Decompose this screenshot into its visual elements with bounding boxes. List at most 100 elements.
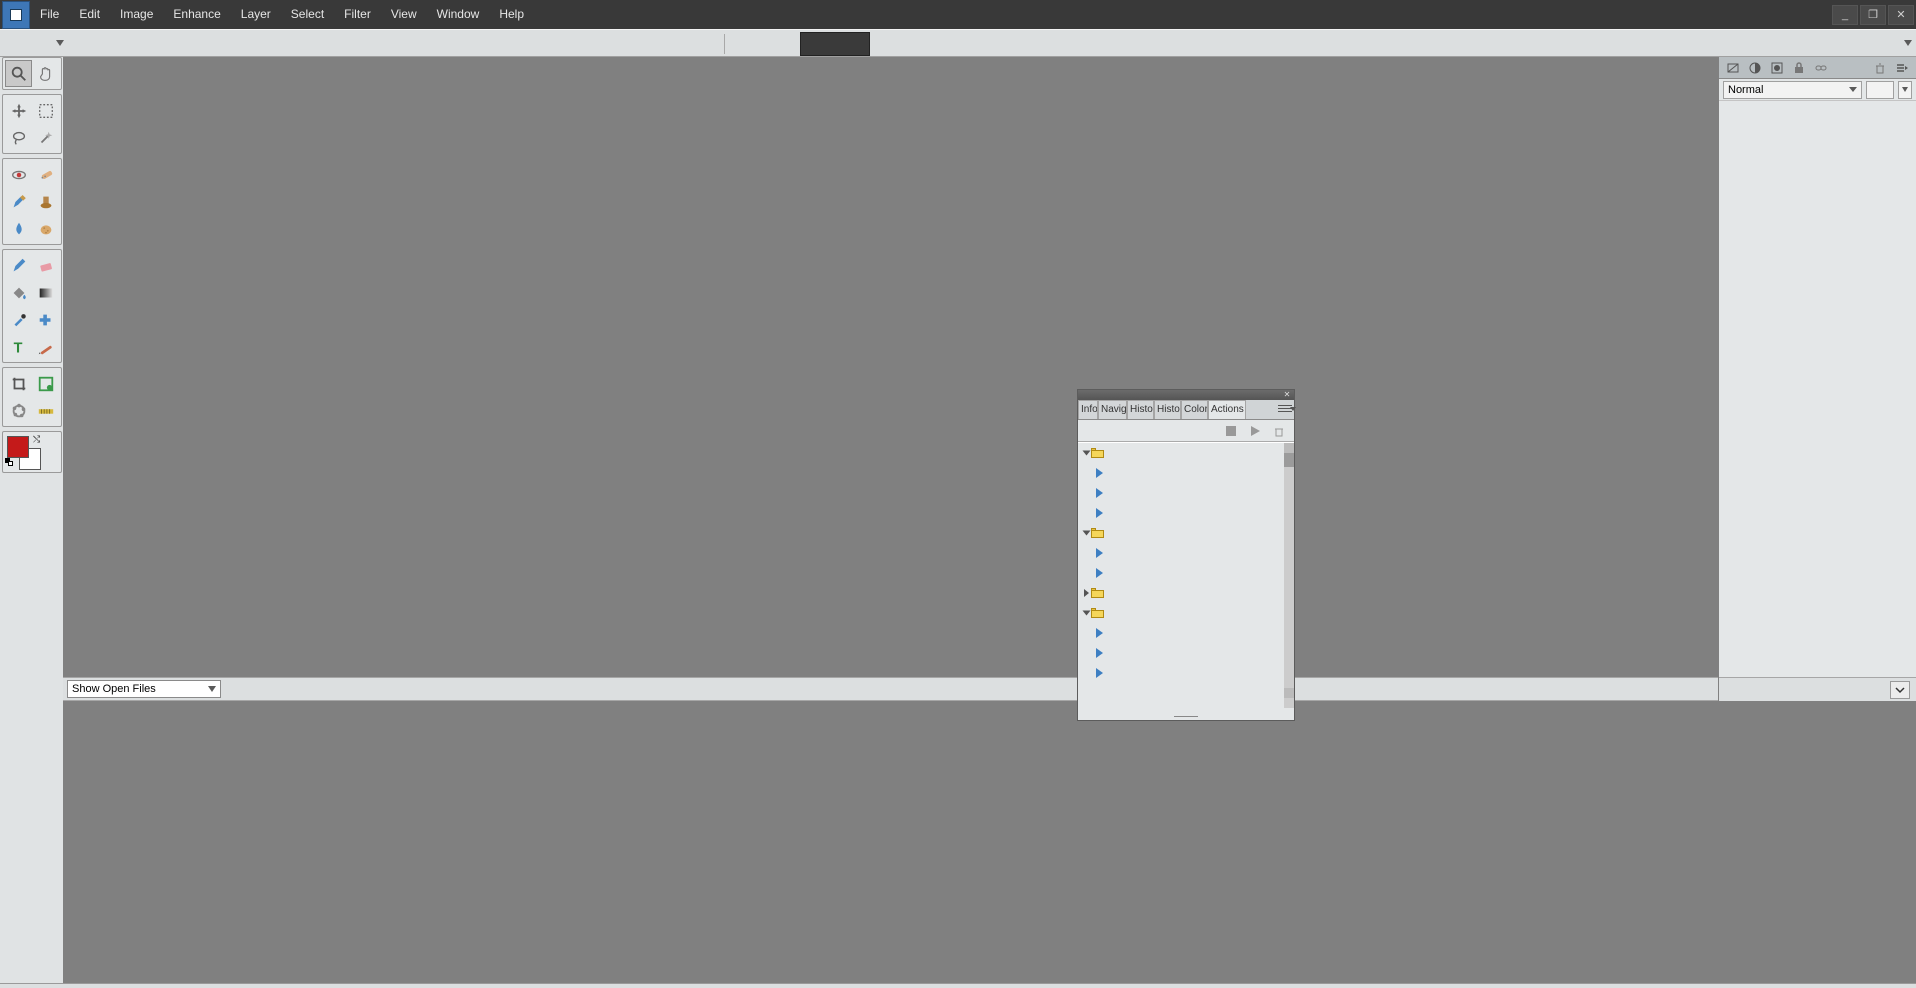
open-files-select[interactable]: Show Open Files: [67, 680, 221, 698]
canvas-area: [63, 57, 1916, 677]
disclosure-triangle-icon[interactable]: [1084, 589, 1089, 597]
action-play-icon: [1096, 668, 1103, 678]
scroll-down-icon[interactable]: [1284, 688, 1294, 698]
tool-group-view: [2, 57, 62, 90]
action-row[interactable]: [1078, 623, 1294, 643]
menu-view[interactable]: View: [381, 0, 427, 29]
action-play-icon: [1096, 488, 1103, 498]
menu-enhance[interactable]: Enhance: [163, 0, 230, 29]
healing-brush-tool[interactable]: [32, 161, 59, 188]
action-folder-row[interactable]: [1078, 603, 1294, 623]
straighten-tool[interactable]: [32, 397, 59, 424]
opacity-field[interactable]: [1866, 81, 1894, 99]
actions-tabs: Info Navig Histo Histo Color Actions: [1078, 400, 1294, 420]
opacity-dropdown[interactable]: [1898, 81, 1912, 99]
action-folder-row[interactable]: [1078, 583, 1294, 603]
shape-tool[interactable]: [32, 306, 59, 333]
type-tool[interactable]: T: [5, 333, 32, 360]
action-row[interactable]: [1078, 483, 1294, 503]
blend-mode-select[interactable]: Normal: [1723, 81, 1862, 99]
play-icon[interactable]: [1248, 424, 1262, 438]
menu-bar: File Edit Image Enhance Layer Select Fil…: [0, 0, 1916, 29]
options-dark-field[interactable]: [800, 32, 870, 56]
zoom-tool[interactable]: [5, 60, 32, 87]
scrollbar[interactable]: [1284, 443, 1294, 708]
clone-stamp-tool[interactable]: [32, 188, 59, 215]
new-layer-icon[interactable]: [1723, 60, 1743, 76]
paint-bucket-tool[interactable]: [5, 279, 32, 306]
lasso-tool[interactable]: [5, 124, 32, 151]
scroll-thumb[interactable]: [1284, 453, 1294, 467]
gradient-tool[interactable]: [32, 279, 59, 306]
menu-help[interactable]: Help: [489, 0, 534, 29]
blur-tool[interactable]: [5, 215, 32, 242]
link-icon[interactable]: [1811, 60, 1831, 76]
scroll-up-icon[interactable]: [1284, 443, 1294, 453]
tab-info[interactable]: Info: [1078, 400, 1098, 419]
new-adjustment-icon[interactable]: [1745, 60, 1765, 76]
eyedropper-tool[interactable]: [5, 306, 32, 333]
action-row[interactable]: [1078, 643, 1294, 663]
eraser-tool[interactable]: [32, 252, 59, 279]
tool-preset-dropdown[interactable]: [4, 34, 68, 52]
swap-colors-icon[interactable]: ⤭: [33, 434, 40, 445]
new-mask-icon[interactable]: [1767, 60, 1787, 76]
minimize-button[interactable]: _: [1832, 5, 1858, 25]
close-button[interactable]: ✕: [1888, 5, 1914, 25]
maximize-button[interactable]: ❐: [1860, 5, 1886, 25]
disclosure-triangle-icon[interactable]: [1083, 531, 1091, 536]
sponge-tool[interactable]: [32, 215, 59, 242]
foreground-color-swatch[interactable]: [7, 436, 29, 458]
red-eye-tool[interactable]: [5, 161, 32, 188]
tool-group-paint: T: [2, 249, 62, 363]
trash-icon[interactable]: [1272, 424, 1286, 438]
magic-wand-tool[interactable]: [32, 124, 59, 151]
action-row[interactable]: [1078, 663, 1294, 683]
actions-tree[interactable]: [1078, 442, 1294, 708]
trash-icon[interactable]: [1870, 60, 1890, 76]
layers-panel: Normal: [1718, 57, 1916, 701]
action-folder-row[interactable]: [1078, 523, 1294, 543]
disclosure-triangle-icon[interactable]: [1083, 611, 1091, 616]
actions-panel-titlebar[interactable]: ✕: [1078, 390, 1294, 400]
move-tool[interactable]: [5, 97, 32, 124]
hand-tool[interactable]: [32, 60, 59, 87]
menu-filter[interactable]: Filter: [334, 0, 381, 29]
marquee-tool[interactable]: [32, 97, 59, 124]
chevron-down-icon[interactable]: [1890, 681, 1910, 699]
recompose-tool[interactable]: [32, 370, 59, 397]
action-row[interactable]: [1078, 563, 1294, 583]
tab-histogram[interactable]: Histo: [1127, 400, 1154, 419]
menu-file[interactable]: File: [30, 0, 69, 29]
tab-history[interactable]: Histo: [1154, 400, 1181, 419]
cookie-cutter-tool[interactable]: [5, 397, 32, 424]
menu-image[interactable]: Image: [110, 0, 163, 29]
crop-tool[interactable]: [5, 370, 32, 397]
default-colors-icon[interactable]: [5, 458, 14, 467]
panel-menu-icon[interactable]: [1892, 60, 1912, 76]
lock-icon[interactable]: [1789, 60, 1809, 76]
actions-panel[interactable]: ✕ Info Navig Histo Histo Color Actions: [1077, 389, 1295, 721]
app-icon[interactable]: [2, 1, 30, 29]
action-row[interactable]: [1078, 463, 1294, 483]
options-menu-dropdown[interactable]: [1904, 40, 1912, 46]
resize-grip[interactable]: [1169, 715, 1203, 720]
brush-tool[interactable]: [5, 188, 32, 215]
pencil-tool[interactable]: [5, 252, 32, 279]
tab-color[interactable]: Color: [1181, 400, 1208, 419]
action-row[interactable]: [1078, 543, 1294, 563]
tool-group-retouch: [2, 158, 62, 245]
action-row[interactable]: [1078, 503, 1294, 523]
tab-actions[interactable]: Actions: [1208, 400, 1246, 419]
menu-select[interactable]: Select: [281, 0, 334, 29]
tab-navigator[interactable]: Navig: [1098, 400, 1127, 419]
pencil-draw-tool[interactable]: [32, 333, 59, 360]
action-folder-row[interactable]: [1078, 443, 1294, 463]
stop-icon[interactable]: [1224, 424, 1238, 438]
menu-edit[interactable]: Edit: [69, 0, 110, 29]
panel-menu-icon[interactable]: [1278, 403, 1292, 415]
menu-window[interactable]: Window: [427, 0, 490, 29]
menu-layer[interactable]: Layer: [231, 0, 281, 29]
disclosure-triangle-icon[interactable]: [1083, 451, 1091, 456]
close-icon[interactable]: ✕: [1282, 390, 1292, 400]
